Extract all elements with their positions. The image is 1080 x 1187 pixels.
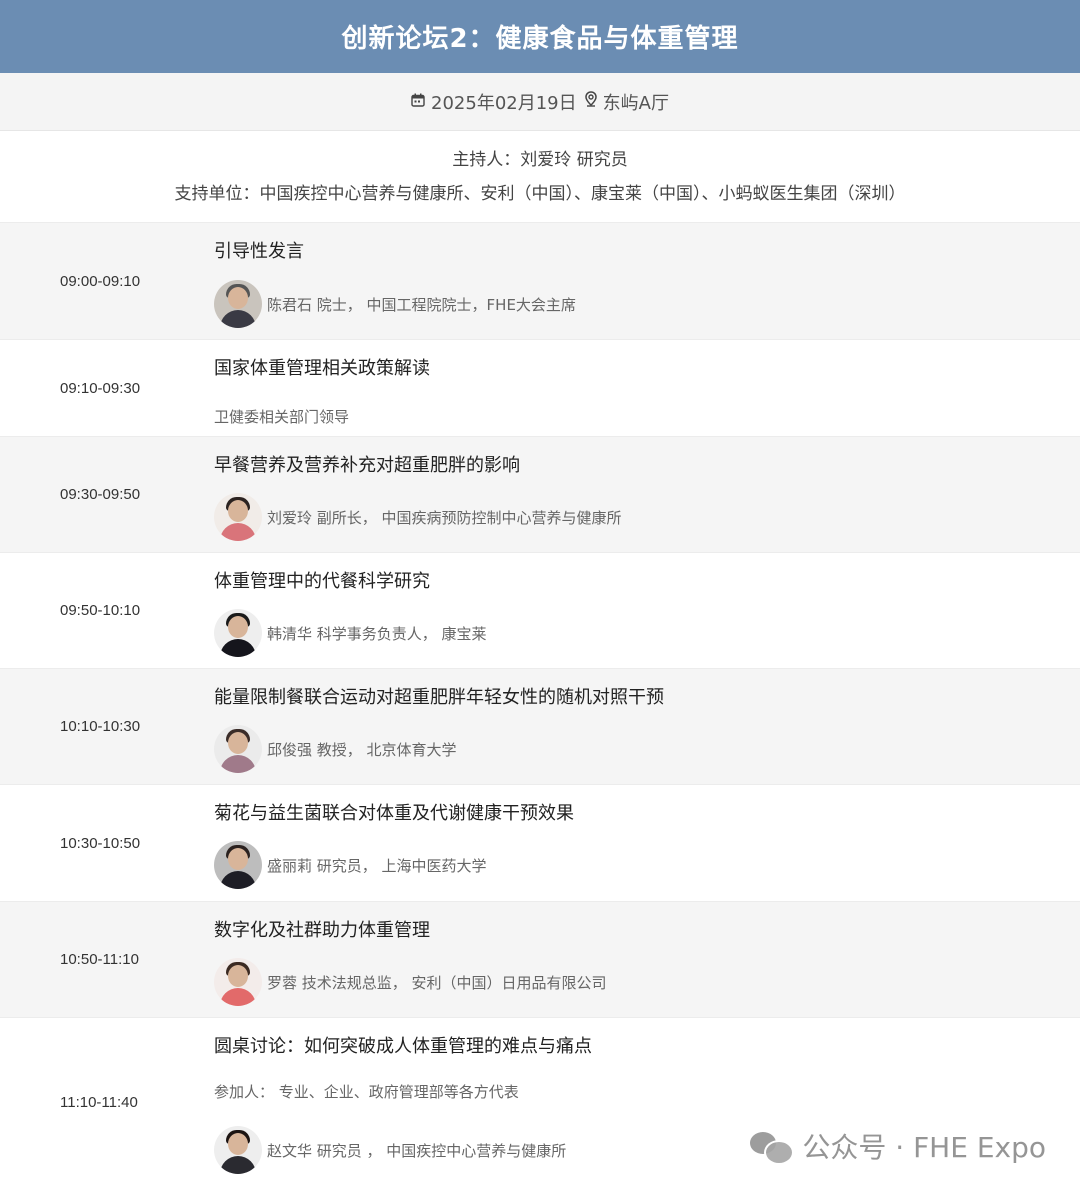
speaker-avatar: [214, 609, 262, 657]
speaker-info: 邱俊强 教授， 北京体育大学: [267, 740, 457, 759]
speaker: 邱俊强 教授， 北京体育大学: [214, 725, 457, 773]
speaker-avatar: [214, 1126, 262, 1174]
speaker: 陈君石 院士， 中国工程院院士，FHE大会主席: [214, 280, 576, 328]
session-title: 早餐营养及营养补充对超重肥胖的影响: [214, 455, 520, 476]
session-time: 09:00-09:10: [60, 272, 141, 290]
session-title: 体重管理中的代餐科学研究: [214, 571, 430, 592]
session-time: 10:30-10:50: [60, 834, 141, 852]
speaker-info: 盛丽莉 研究员， 上海中医药大学: [267, 856, 487, 875]
speaker-avatar: [214, 280, 262, 328]
session-note: 卫健委相关部门领导: [214, 408, 350, 426]
session-time: 11:10-11:40: [60, 1094, 138, 1111]
session-time: 10:10-10:30: [60, 718, 141, 735]
moderator: 主持人：刘爱玲 研究员: [452, 149, 628, 170]
speaker-avatar: [214, 493, 262, 541]
speaker-avatar: [214, 958, 262, 1006]
supporters: 支持单位：中国疾控中心营养与健康所、安利（中国）、康宝莱（中国）、小蚂蚁医生集团…: [174, 183, 906, 204]
calendar-icon: [411, 91, 425, 112]
agenda-row: 09:50-10:10 体重管理中的代餐科学研究 韩清华 科学事务负责人， 康宝…: [0, 552, 1080, 668]
event-meta: 2025年02月19日 东屿A厅: [0, 73, 1080, 131]
agenda-row: 09:30-09:50 早餐营养及营养补充对超重肥胖的影响 刘爱玲 副所长， 中…: [0, 436, 1080, 552]
session-time: 09:50-10:10: [60, 602, 141, 619]
agenda-row: 09:00-09:10 引导性发言 陈君石 院士， 中国工程院院士，FHE大会主…: [0, 222, 1080, 339]
speaker: 刘爱玲 副所长， 中国疾病预防控制中心营养与健康所: [214, 493, 622, 541]
host-info: 主持人：刘爱玲 研究员 支持单位：中国疾控中心营养与健康所、安利（中国）、康宝莱…: [0, 131, 1080, 222]
speaker-info: 韩清华 科学事务负责人， 康宝莱: [267, 624, 487, 643]
speaker-info: 刘爱玲 副所长， 中国疾病预防控制中心营养与健康所: [267, 508, 622, 527]
speaker-avatar: [214, 725, 262, 773]
session-note: 参加人： 专业、企业、政府管理部等各方代表: [214, 1083, 519, 1101]
watermark: 公众号 · FHE Expo: [750, 1126, 1046, 1166]
session-title: 能量限制餐联合运动对超重肥胖年轻女性的随机对照干预: [214, 687, 664, 708]
session-title: 引导性发言: [214, 241, 304, 262]
event-location: 东屿A厅: [602, 92, 669, 114]
speaker-info: 罗蓉 技术法规总监， 安利（中国）日用品有限公司: [267, 973, 607, 992]
watermark-text: 公众号 · FHE Expo: [802, 1131, 1046, 1164]
session-title: 国家体重管理相关政策解读: [214, 358, 430, 379]
speaker: 罗蓉 技术法规总监， 安利（中国）日用品有限公司: [214, 958, 607, 1006]
speaker: 韩清华 科学事务负责人， 康宝莱: [214, 609, 487, 657]
event-date: 2025年02月19日: [431, 92, 577, 114]
speaker-info: 陈君石 院士， 中国工程院院士，FHE大会主席: [267, 295, 576, 314]
session-time: 09:30-09:50: [60, 486, 141, 503]
session-time: 10:50-11:10: [60, 951, 139, 968]
agenda-row: 10:50-11:10 数字化及社群助力体重管理 罗蓉 技术法规总监， 安利（中…: [0, 901, 1080, 1017]
session-title: 数字化及社群助力体重管理: [214, 920, 430, 941]
session-time: 09:10-09:30: [60, 379, 141, 397]
speaker-info: 赵文华 研究员 ， 中国疾控中心营养与健康所: [267, 1141, 567, 1160]
agenda-row: 09:10-09:30 国家体重管理相关政策解读 卫健委相关部门领导: [0, 339, 1080, 436]
location-pin-icon: [584, 91, 597, 112]
speaker: 赵文华 研究员 ， 中国疾控中心营养与健康所: [214, 1126, 566, 1174]
speaker: 盛丽莉 研究员， 上海中医药大学: [214, 841, 487, 889]
wechat-icon: [750, 1130, 795, 1165]
forum-banner: 创新论坛2：健康食品与体重管理: [0, 0, 1080, 73]
agenda-list: 09:00-09:10 引导性发言 陈君石 院士， 中国工程院院士，FHE大会主…: [0, 222, 1080, 1187]
page-title: 创新论坛2：健康食品与体重管理: [341, 24, 739, 54]
session-title: 圆桌讨论：如何突破成人体重管理的难点与痛点: [214, 1036, 592, 1057]
agenda-page: 创新论坛2：健康食品与体重管理 2025年02月19日 东屿A厅 主持人：刘爱玲…: [0, 0, 1080, 1187]
session-title: 菊花与益生菌联合对体重及代谢健康干预效果: [214, 803, 574, 824]
agenda-row: 10:30-10:50 菊花与益生菌联合对体重及代谢健康干预效果 盛丽莉 研究员…: [0, 784, 1080, 901]
speaker-avatar: [214, 841, 262, 889]
agenda-row: 10:10-10:30 能量限制餐联合运动对超重肥胖年轻女性的随机对照干预 邱俊…: [0, 668, 1080, 784]
